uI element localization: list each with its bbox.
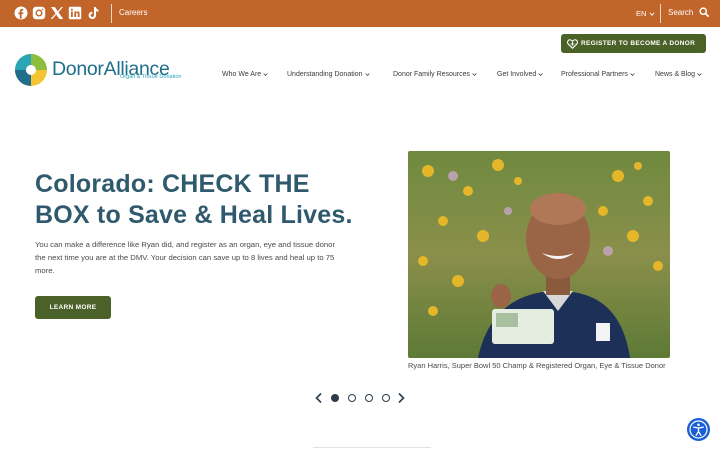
chevron-down-icon (649, 11, 655, 16)
nav-label: Donor Family Resources (393, 70, 471, 78)
search-button[interactable]: Search (668, 7, 710, 17)
accessibility-button[interactable] (687, 418, 710, 441)
topbar-divider (111, 4, 112, 23)
language-selector[interactable]: EN (636, 9, 655, 18)
language-label: EN (636, 9, 647, 18)
chevron-right-icon[interactable] (396, 392, 406, 404)
hero-image-caption: Ryan Harris, Super Bowl 50 Champ & Regis… (408, 361, 666, 370)
search-label: Search (668, 7, 694, 17)
linkedin-icon[interactable] (68, 6, 82, 20)
hero-description: You can make a difference like Ryan did,… (35, 240, 336, 275)
register-donor-button[interactable]: REGISTER TO BECOME A DONOR (561, 34, 706, 53)
chevron-down-icon (538, 72, 543, 76)
heart-icon (567, 38, 578, 49)
chevron-down-icon (263, 72, 268, 76)
search-icon (699, 7, 710, 17)
carousel-dot[interactable] (348, 394, 356, 402)
accessibility-icon (689, 420, 708, 439)
top-bar: Careers EN Search (0, 0, 720, 27)
nav-label: Understanding Donation (287, 70, 363, 78)
chevron-down-icon (364, 72, 370, 76)
nav-label: Professional Partners (561, 70, 628, 78)
x-icon[interactable] (50, 6, 64, 20)
instagram-icon[interactable] (32, 6, 46, 20)
nav-understanding-donation[interactable]: Understanding Donation (287, 69, 370, 79)
chevron-down-icon (630, 72, 635, 76)
hero-photo (408, 151, 670, 358)
careers-link[interactable]: Careers (119, 8, 147, 17)
logo-mark-icon (15, 54, 47, 86)
carousel-dot[interactable] (382, 394, 390, 402)
topbar-divider (660, 4, 661, 23)
tiktok-icon[interactable] (86, 6, 100, 20)
nav-label: Who We Are (222, 70, 262, 78)
nav-label: News & Blog (655, 70, 696, 78)
nav-professional-partners[interactable]: Professional Partners (561, 69, 635, 79)
logo-tagline: Organ & Tissue Donation (120, 74, 182, 80)
hero-headline: Colorado: CHECK THE BOX to Save & Heal L… (35, 170, 353, 229)
carousel-dot[interactable] (365, 394, 373, 402)
section-divider (313, 447, 431, 448)
facebook-icon[interactable] (14, 6, 28, 20)
nav-label: Get Involved (497, 70, 537, 78)
chevron-left-icon[interactable] (314, 392, 324, 404)
carousel-dot[interactable] (331, 394, 339, 402)
chevron-down-icon (697, 72, 702, 76)
donor-alliance-logo[interactable]: DonorAlliance Organ & Tissue Donation (14, 53, 184, 89)
nav-get-involved[interactable]: Get Involved (497, 69, 543, 79)
nav-news-blog[interactable]: News & Blog (655, 69, 702, 79)
learn-more-button[interactable]: LEARN MORE (35, 296, 111, 319)
register-label: REGISTER TO BECOME A DONOR (581, 40, 696, 47)
chevron-down-icon (472, 72, 477, 76)
nav-donor-family-resources[interactable]: Donor Family Resources (393, 69, 477, 79)
nav-who-we-are[interactable]: Who We Are (222, 69, 268, 79)
